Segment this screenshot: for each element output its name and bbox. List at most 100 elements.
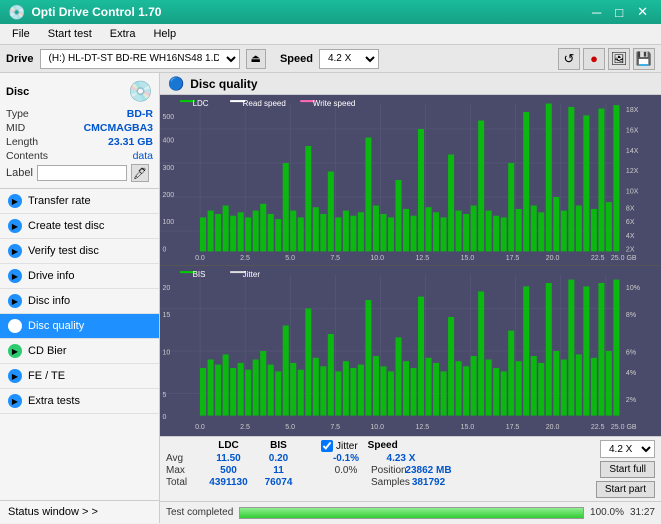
label-icon-button[interactable]: 🖊 (131, 164, 149, 182)
drive-info-label: Drive info (28, 270, 74, 282)
disc-image-icon: 💿 (128, 79, 153, 104)
svg-text:22.5: 22.5 (591, 255, 605, 262)
upper-chart-svg: LDC Read speed Write speed 500 400 300 2… (160, 95, 661, 265)
cd-bier-label: CD Bier (28, 345, 67, 357)
svg-text:20: 20 (163, 285, 171, 292)
status-window-label: Status window > > (8, 506, 98, 518)
toolbar-icon-1[interactable]: ↺ (558, 48, 580, 70)
toolbar-icon-4[interactable]: 💾 (633, 48, 655, 70)
menu-extra[interactable]: Extra (102, 26, 144, 42)
svg-text:10.0: 10.0 (370, 255, 384, 262)
sidebar-item-transfer-rate[interactable]: ▶ Transfer rate (0, 189, 159, 214)
toolbar-icon-2[interactable]: ● (583, 48, 605, 70)
label-input[interactable] (37, 165, 127, 181)
avg-ldc: 11.50 (201, 453, 256, 464)
sidebar-item-fe-te[interactable]: ▶ FE / TE (0, 364, 159, 389)
svg-text:12X: 12X (626, 168, 639, 175)
title-bar: 💿 Opti Drive Control 1.70 ─ □ ✕ (0, 0, 661, 24)
app-title: Opti Drive Control 1.70 (31, 5, 161, 19)
svg-text:4%: 4% (626, 370, 636, 377)
sidebar-item-cd-bier[interactable]: ▶ CD Bier (0, 339, 159, 364)
total-bis: 76074 (256, 477, 301, 488)
svg-text:LDC: LDC (193, 99, 209, 108)
avg-bis: 0.20 (256, 453, 301, 464)
start-full-button[interactable]: Start full (600, 461, 655, 478)
disc-info-icon: ▶ (8, 294, 22, 308)
svg-text:0: 0 (163, 246, 167, 253)
lower-chart-svg: BIS Jitter 20 15 10 5 0 10% 8% 6% 4% (160, 266, 661, 436)
svg-text:22.5: 22.5 (591, 424, 605, 431)
menu-file[interactable]: File (4, 26, 38, 42)
create-test-disc-label: Create test disc (28, 220, 104, 232)
svg-text:7.5: 7.5 (330, 255, 340, 262)
verify-test-disc-icon: ▶ (8, 244, 22, 258)
samples-label: Samples (371, 477, 401, 488)
progress-area: Test completed 100.0% 31:27 (160, 501, 661, 523)
drive-select[interactable]: (H:) HL-DT-ST BD-RE WH16NS48 1.D3 (40, 49, 240, 69)
fe-te-icon: ▶ (8, 369, 22, 383)
length-value: 23.31 GB (108, 136, 153, 148)
disc-panel-title: Disc (6, 86, 29, 98)
samples-value: 381792 (401, 477, 456, 488)
svg-text:25.0 GB: 25.0 GB (611, 255, 637, 262)
jitter-checkbox[interactable] (321, 440, 333, 452)
maximize-button[interactable]: □ (610, 3, 628, 21)
total-label: Total (166, 477, 201, 488)
sidebar-item-disc-quality[interactable]: ▶ Disc quality (0, 314, 159, 339)
svg-text:25.0 GB: 25.0 GB (611, 424, 637, 431)
sidebar-item-extra-tests[interactable]: ▶ Extra tests (0, 389, 159, 414)
menu-help[interactable]: Help (145, 26, 184, 42)
jitter-header: Jitter (336, 441, 358, 452)
sidebar-item-disc-info[interactable]: ▶ Disc info (0, 289, 159, 314)
speed-label: Speed (280, 53, 313, 65)
status-window-button[interactable]: Status window > > (0, 500, 159, 523)
sidebar-item-verify-test-disc[interactable]: ▶ Verify test disc (0, 239, 159, 264)
main-content: Disc 💿 Type BD-R MID CMCMAGBA3 Length 23… (0, 73, 661, 523)
fe-te-label: FE / TE (28, 370, 65, 382)
progress-label: 100.0% (590, 507, 624, 518)
type-label: Type (6, 108, 29, 120)
minimize-button[interactable]: ─ (587, 3, 606, 21)
max-bis: 11 (256, 465, 301, 476)
speed-select[interactable]: 4.2 X (319, 49, 379, 69)
svg-text:10%: 10% (626, 285, 640, 292)
svg-text:5.0: 5.0 (285, 424, 295, 431)
svg-text:BIS: BIS (193, 270, 206, 279)
svg-text:20.0: 20.0 (546, 255, 560, 262)
svg-text:15.0: 15.0 (461, 255, 475, 262)
svg-text:17.5: 17.5 (506, 424, 520, 431)
eject-button[interactable]: ⏏ (246, 49, 266, 69)
progress-bar-fill (240, 508, 583, 518)
svg-text:6%: 6% (626, 349, 636, 356)
svg-text:100: 100 (163, 219, 175, 226)
upper-chart: LDC Read speed Write speed 500 400 300 2… (160, 95, 661, 265)
right-controls: 4.2 X Start full Start part (596, 440, 655, 498)
speed-select-stats[interactable]: 4.2 X (600, 440, 655, 458)
sidebar-item-drive-info[interactable]: ▶ Drive info (0, 264, 159, 289)
sidebar-item-create-test-disc[interactable]: ▶ Create test disc (0, 214, 159, 239)
disc-quality-title: Disc quality (190, 77, 257, 91)
svg-text:17.5: 17.5 (506, 255, 520, 262)
svg-text:4X: 4X (626, 233, 635, 240)
time-value: 31:27 (630, 507, 655, 518)
svg-text:300: 300 (163, 165, 175, 172)
start-part-button[interactable]: Start part (596, 481, 655, 498)
transfer-rate-icon: ▶ (8, 194, 22, 208)
toolbar-icon-3[interactable]: 🖼 (608, 48, 630, 70)
extra-tests-label: Extra tests (28, 395, 80, 407)
mid-value: CMCMAGBA3 (84, 122, 153, 134)
close-button[interactable]: ✕ (632, 3, 653, 21)
stats-bar: LDC BIS Jitter Speed Avg 11.50 0.20 (160, 436, 661, 501)
svg-text:5.0: 5.0 (285, 255, 295, 262)
progress-bar (239, 507, 584, 519)
svg-text:200: 200 (163, 192, 175, 199)
svg-text:12.5: 12.5 (416, 255, 430, 262)
extra-tests-icon: ▶ (8, 394, 22, 408)
menu-start-test[interactable]: Start test (40, 26, 100, 42)
svg-text:5: 5 (163, 392, 167, 399)
transfer-rate-label: Transfer rate (28, 195, 91, 207)
svg-text:400: 400 (163, 138, 175, 145)
svg-text:16X: 16X (626, 127, 639, 134)
mid-label: MID (6, 122, 25, 134)
label-key: Label (6, 167, 33, 179)
